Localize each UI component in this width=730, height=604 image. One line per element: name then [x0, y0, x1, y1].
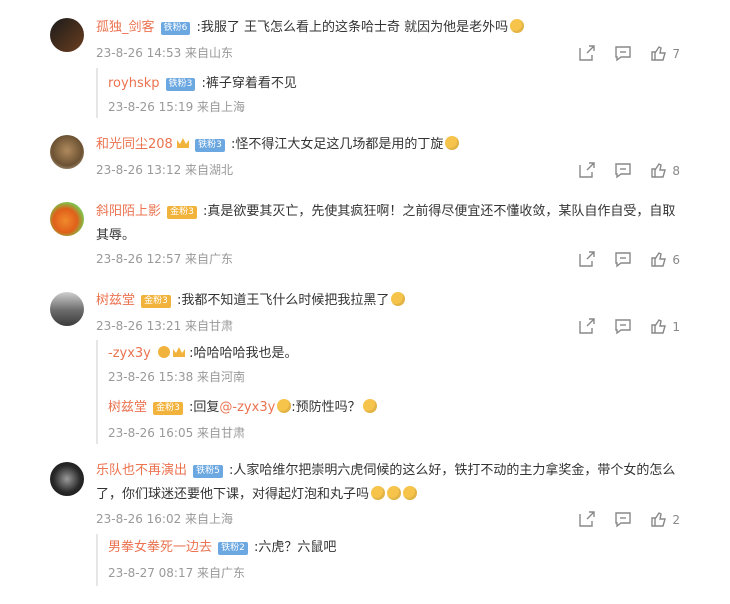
reply-meta: 23-8-26 15:38 来自河南: [108, 370, 246, 384]
like-count: 8: [672, 164, 680, 178]
share-icon[interactable]: [578, 317, 596, 335]
reply-meta: 23-8-27 08:17 来自广东: [108, 566, 246, 580]
verified-icon: [158, 346, 171, 358]
reply-text: royhskp 铁粉3 :裤子穿着看不见: [108, 76, 297, 91]
reply-meta: 23-8-26 16:05 来自甘肃: [108, 426, 246, 440]
comment-actions: 1: [578, 316, 680, 335]
username[interactable]: royhskp: [108, 76, 160, 91]
fan-badge: 铁粉6: [160, 22, 191, 35]
comment-actions: 7: [578, 43, 680, 62]
fan-badge: 金粉3: [141, 295, 171, 308]
username[interactable]: 斜阳陌上影: [96, 204, 161, 219]
like-icon[interactable]: [650, 510, 668, 528]
share-icon[interactable]: [578, 510, 596, 528]
comment-meta: 23-8-26 14:53 来自山东: [96, 46, 234, 60]
comment-icon[interactable]: [614, 250, 632, 268]
comment-text: 乐队也不再演出 铁粉5 :人家哈维尔把崇明六虎伺候的这么好，铁打不动的主力拿奖金…: [96, 463, 676, 502]
comment-text: 树兹堂 金粉3 :我都不知道王飞什么时候把我拉黑了: [96, 291, 406, 311]
like-count: 2: [672, 513, 680, 527]
comment-actions: 6: [578, 249, 680, 268]
reply-thread: 男拳女拳死一边去 铁粉2 :六虎？六鼠吧 23-8-27 08:17 来自广东: [96, 534, 692, 586]
comment-meta: 23-8-26 16:02 来自上海: [96, 512, 234, 526]
crown-icon: [173, 347, 186, 357]
share-icon[interactable]: [578, 250, 596, 268]
reply-text: 男拳女拳死一边去 铁粉2 :六虎？六鼠吧: [108, 540, 337, 555]
emoji-icon: [403, 486, 418, 500]
like-icon[interactable]: [650, 161, 668, 179]
fan-badge: 铁粉3: [195, 139, 225, 152]
username[interactable]: 树兹堂: [108, 400, 147, 415]
reply-text: -zyx3y :哈哈哈哈我也是。: [108, 346, 298, 361]
comment-text: 斜阳陌上影 金粉3 :真是欲要其灭亡，先使其疯狂啊！之前得尽便宜还不懂收敛，某队…: [96, 204, 676, 243]
like-count: 1: [672, 320, 680, 334]
avatar[interactable]: [50, 462, 84, 496]
comment-actions: 2: [578, 509, 680, 528]
avatar[interactable]: [50, 292, 84, 326]
mention-link[interactable]: @-zyx3y: [219, 400, 275, 415]
like-icon[interactable]: [650, 250, 668, 268]
username[interactable]: 和光同尘208: [96, 137, 173, 152]
username[interactable]: -zyx3y: [108, 346, 151, 361]
like-icon[interactable]: [650, 44, 668, 62]
emoji-icon: [387, 486, 402, 500]
avatar[interactable]: [50, 18, 84, 52]
fan-badge: 铁粉5: [193, 465, 223, 478]
emoji-icon: [362, 399, 377, 413]
fan-badge: 金粉3: [153, 402, 183, 415]
fan-badge: 金粉3: [167, 206, 197, 219]
username[interactable]: 男拳女拳死一边去: [108, 540, 212, 555]
fan-badge: 铁粉3: [165, 78, 196, 91]
fan-badge: 铁粉2: [218, 542, 248, 555]
like-count: 6: [672, 253, 680, 267]
like-count: 7: [672, 47, 680, 61]
emoji-icon: [510, 19, 525, 33]
comment-icon[interactable]: [614, 510, 632, 528]
emoji-icon: [445, 136, 460, 150]
avatar[interactable]: [50, 135, 84, 169]
comment-icon[interactable]: [614, 44, 632, 62]
emoji-icon: [371, 486, 386, 500]
emoji-icon: [277, 399, 292, 413]
like-icon[interactable]: [650, 317, 668, 335]
username[interactable]: 树兹堂: [96, 293, 135, 308]
comment-actions: 8: [578, 160, 680, 179]
emoji-icon: [391, 292, 406, 306]
reply-thread: royhskp 铁粉3 :裤子穿着看不见 23-8-26 15:19 来自上海: [96, 68, 692, 118]
comment-icon[interactable]: [614, 317, 632, 335]
reply-text: 树兹堂 金粉3 :回复@-zyx3y:预防性吗？: [108, 398, 377, 418]
comment-meta: 23-8-26 13:21 来自甘肃: [96, 319, 234, 333]
comment-meta: 23-8-26 13:12 来自湖北: [96, 163, 234, 177]
username[interactable]: 乐队也不再演出: [96, 463, 187, 478]
avatar[interactable]: [50, 202, 84, 236]
reply-thread: -zyx3y :哈哈哈哈我也是。 23-8-26 15:38 来自河南 树兹堂 …: [96, 340, 692, 444]
username[interactable]: 孤独_剑客: [96, 20, 155, 35]
crown-icon: [176, 138, 189, 148]
reply-meta: 23-8-26 15:19 来自上海: [108, 100, 246, 114]
share-icon[interactable]: [578, 44, 596, 62]
comment-icon[interactable]: [614, 161, 632, 179]
share-icon[interactable]: [578, 161, 596, 179]
comment-meta: 23-8-26 12:57 来自广东: [96, 252, 234, 266]
comment-text: 和光同尘208 铁粉3 :怪不得江大女足这几场都是用的丁旋: [96, 135, 460, 155]
comment-text: 孤独_剑客 铁粉6 :我服了 王飞怎么看上的这条哈士奇 就因为他是老外吗: [96, 18, 525, 38]
